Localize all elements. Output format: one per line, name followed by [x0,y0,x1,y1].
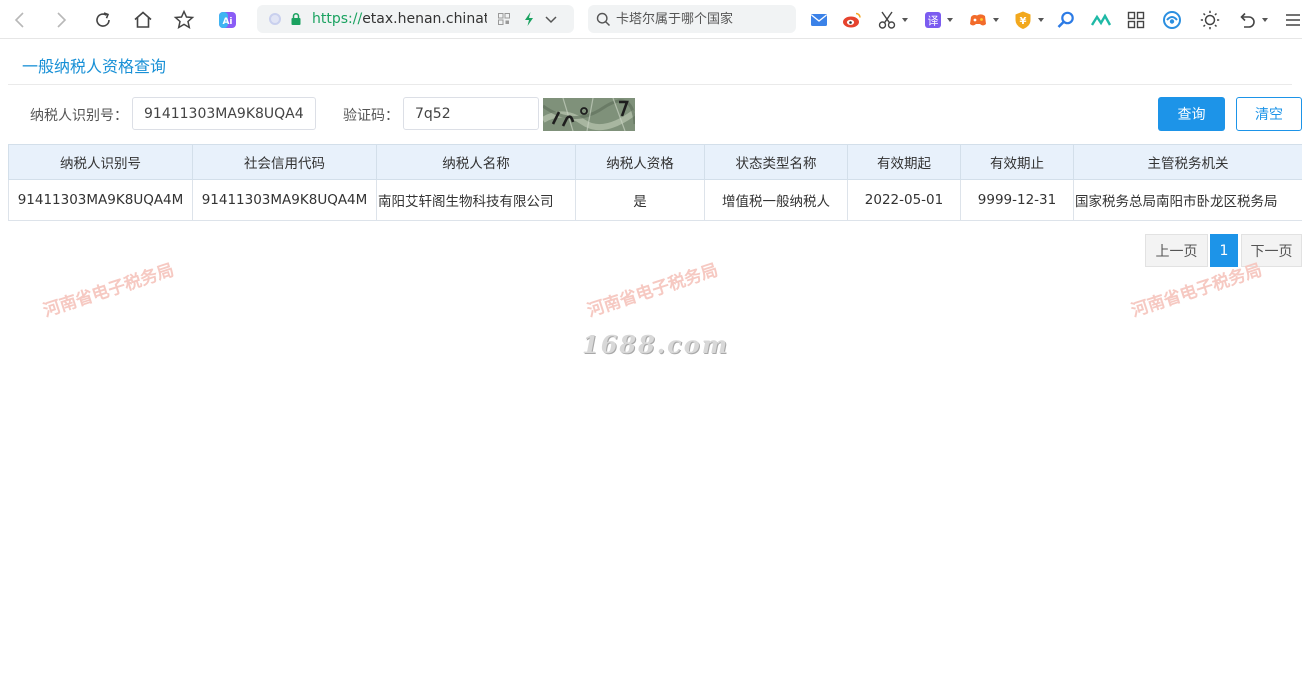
clear-button[interactable]: 清空 [1236,97,1302,131]
ai-icon[interactable]: Ai [216,8,240,32]
cell-qualification: 是 [575,179,705,221]
header-taxpayer-id: 纳税人识别号 [8,144,193,180]
prev-page-button[interactable]: 上一页 [1145,234,1208,267]
title-divider [8,84,1292,85]
star-icon[interactable] [172,8,196,32]
cell-taxpayer-name: 南阳艾轩阁生物科技有限公司 [376,179,576,221]
coupon-menu-caret[interactable] [1038,18,1044,22]
captcha-input[interactable] [403,97,539,130]
header-credit-code: 社会信用代码 [192,144,377,180]
cell-valid-from: 2022-05-01 [847,179,961,221]
header-tax-authority: 主管税务机关 [1073,144,1302,180]
query-button[interactable]: 查询 [1158,97,1225,131]
table-row: 91411303MA9K8UQA4M 91411303MA9K8UQA4M 南阳… [8,179,1302,221]
svg-text:译: 译 [928,15,939,28]
translate-icon[interactable]: 译 [922,9,944,31]
svg-text:¥: ¥ [1020,16,1027,27]
header-taxpayer-name: 纳税人名称 [376,144,576,180]
home-icon[interactable] [131,8,155,32]
translate-menu-caret[interactable] [947,18,953,22]
scissors-menu-caret[interactable] [902,18,908,22]
forward-icon[interactable] [49,8,73,32]
magnifier-icon[interactable] [1055,9,1077,31]
browser-search-box[interactable] [588,5,796,33]
chevron-down-icon[interactable] [544,12,558,26]
current-page-button[interactable]: 1 [1210,234,1238,267]
undo-menu-caret[interactable] [1262,18,1268,22]
back-icon[interactable] [8,8,32,32]
reload-icon[interactable] [91,8,115,32]
qr-code-icon[interactable] [498,13,510,25]
header-qualification: 纳税人资格 [575,144,705,180]
url-text[interactable]: https://etax.henan.chinata [312,10,487,28]
page-title: 一般纳税人资格查询 [22,57,167,76]
address-bar[interactable]: https://etax.henan.chinata [257,5,574,33]
cell-taxpayer-id: 91411303MA9K8UQA4M [8,179,193,221]
url-protocol: https:// [312,11,363,27]
cell-status-type: 增值税一般纳税人 [704,179,848,221]
scissors-icon[interactable] [876,9,898,31]
cell-valid-to: 9999-12-31 [960,179,1074,221]
header-status-type: 状态类型名称 [704,144,848,180]
header-valid-from: 有效期起 [847,144,961,180]
watermark-center: 河南省电子税务局 [585,260,721,322]
game-icon[interactable] [967,9,989,31]
captcha-label: 验证码： [343,108,399,124]
search-icon [596,12,611,27]
mail-icon[interactable] [808,9,830,31]
watermark-left: 河南省电子税务局 [41,260,177,322]
undo-icon[interactable] [1236,9,1258,31]
taxpayer-id-label: 纳税人识别号： [30,108,128,124]
menu-icon[interactable] [1281,9,1302,31]
header-valid-to: 有效期止 [960,144,1074,180]
table-header-row: 纳税人识别号 社会信用代码 纳税人名称 纳税人资格 状态类型名称 有效期起 有效… [8,144,1302,180]
cell-tax-authority: 国家税务总局南阳市卧龙区税务局 [1073,179,1302,221]
lightning-icon[interactable] [522,11,536,27]
site-info-icon[interactable] [269,13,281,25]
stock-icon[interactable] [1090,9,1112,31]
browser-toolbar: Ai https://etax.henan.chinata 译 ¥ [0,0,1302,39]
edge-icon[interactable] [1161,9,1183,31]
url-host: etax.henan.chinata [362,11,487,27]
next-page-button[interactable]: 下一页 [1241,234,1302,267]
taxpayer-id-input[interactable] [132,97,316,130]
browser-search-input[interactable] [616,9,786,29]
lock-icon [291,12,301,25]
results-table: 纳税人识别号 社会信用代码 纳税人名称 纳税人资格 状态类型名称 有效期起 有效… [8,144,1302,221]
game-menu-caret[interactable] [993,18,999,22]
cell-credit-code: 91411303MA9K8UQA4M [192,179,377,221]
apps-grid-icon[interactable] [1125,9,1147,31]
coupon-icon[interactable]: ¥ [1012,9,1034,31]
captcha-image[interactable] [543,98,635,131]
site-watermark: 1688.com [582,330,730,359]
svg-text:Ai: Ai [222,17,232,27]
brightness-icon[interactable] [1199,9,1221,31]
weibo-icon[interactable] [841,9,863,31]
